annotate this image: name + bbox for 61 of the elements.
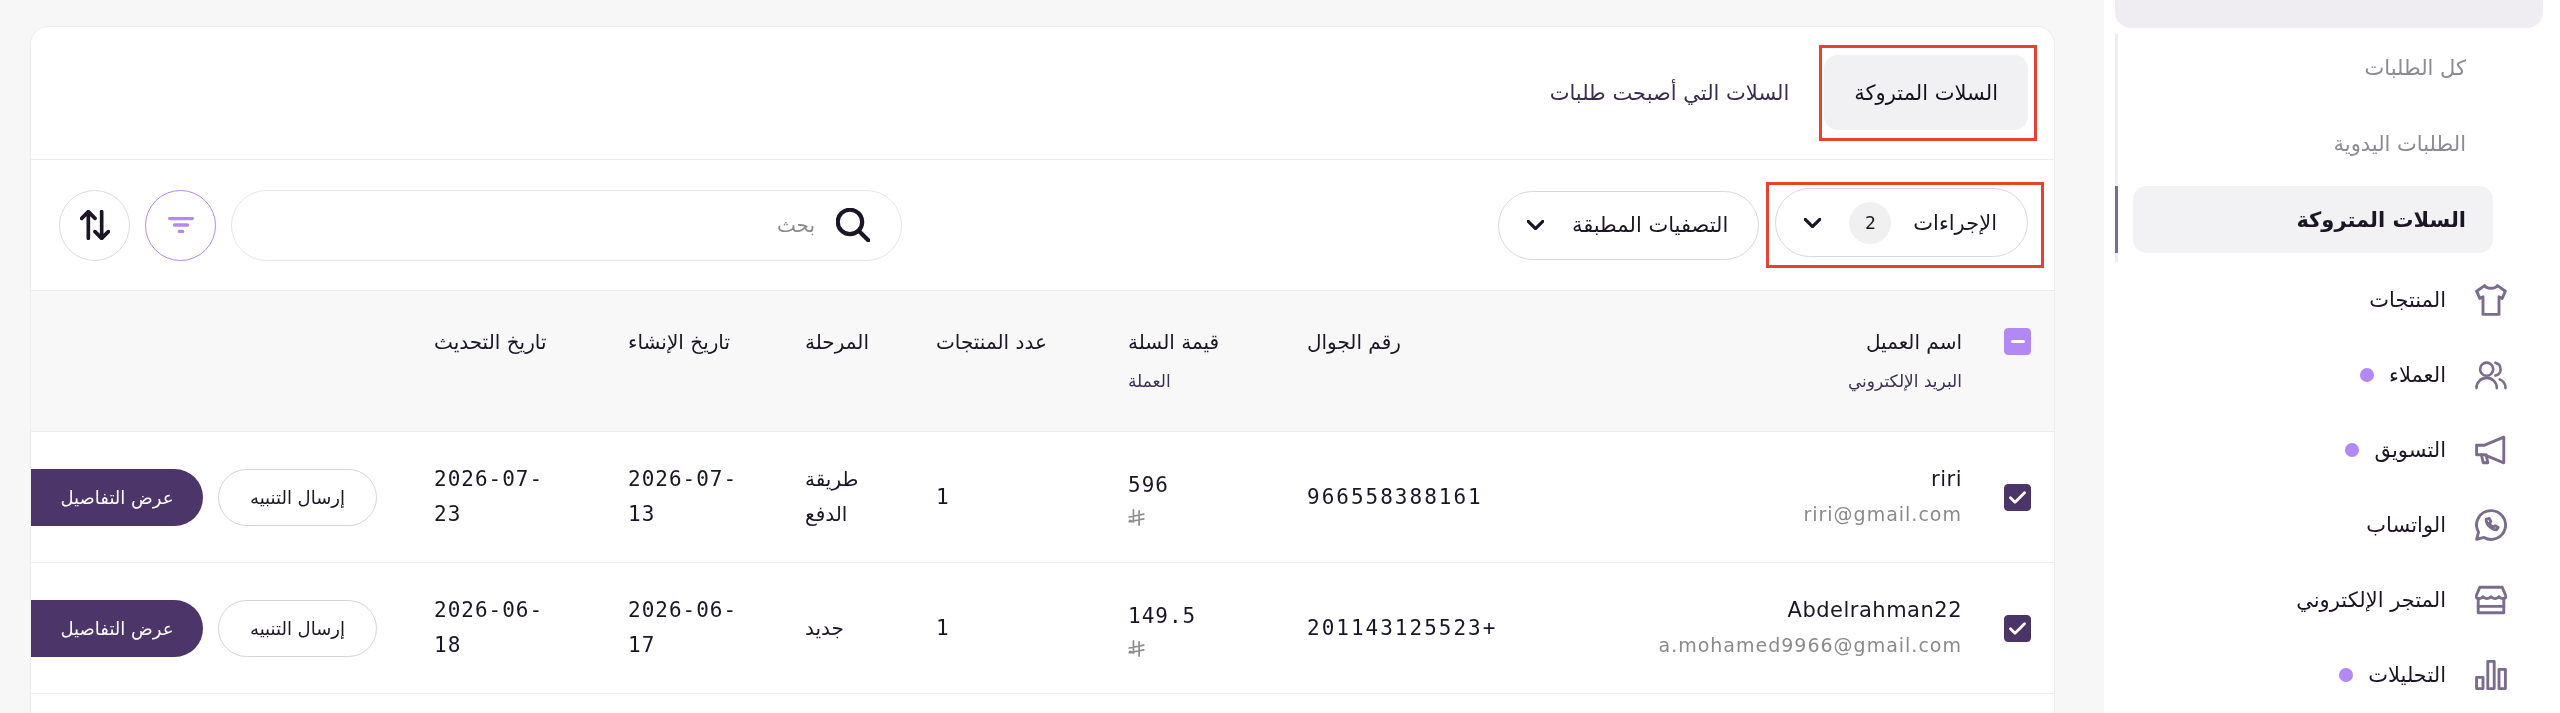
users-icon: [2475, 358, 2507, 391]
sidebar-item[interactable]: الواتساب: [2366, 512, 2446, 537]
send-alert-button[interactable]: إرسال التنبيه: [218, 468, 377, 526]
view-details-button[interactable]: عرض التفاصيل: [31, 599, 203, 657]
product-count: 1: [936, 615, 950, 640]
megaphone-icon: [2475, 433, 2507, 466]
selection-indicator: [2115, 186, 2118, 253]
tab[interactable]: السلات التي أصبحت طلبات: [1519, 55, 1820, 131]
count-badge: 2: [1849, 201, 1892, 244]
column-header: تاريخ الإنشاء: [628, 329, 732, 356]
created-date: 2026-07-13: [628, 466, 739, 528]
column-subheader: العملة: [1128, 370, 1172, 393]
column-header: اسم العميل: [1864, 329, 1962, 356]
customer-email: a.mohamed9966@gmail.com: [1657, 633, 1962, 658]
store-icon: [2475, 583, 2507, 616]
column-header: تاريخ التحديث: [434, 329, 548, 356]
updated-date: 2026-07-23: [434, 466, 545, 528]
updated-date: 2026-06-18: [434, 597, 545, 659]
column-header: قيمة السلة: [1128, 329, 1221, 356]
sort-icon: [79, 210, 110, 240]
cart-stage: طريقة الدفع: [805, 466, 860, 528]
created-date: 2026-06-17: [628, 597, 739, 659]
sidebar-item[interactable]: المتجر الإلكتروني: [2296, 587, 2446, 612]
cart-value: 596: [1128, 472, 1169, 499]
phone-number: 966558388161: [1307, 484, 1483, 509]
minus-icon: [2010, 340, 2025, 343]
sidebar-item[interactable]: التحليلات: [2368, 662, 2446, 687]
currency-sign-icon: [1128, 509, 1145, 526]
search-field[interactable]: بحث: [231, 189, 902, 261]
cart-value: 149.5: [1128, 603, 1197, 630]
sidebar-item[interactable]: العملاء: [2389, 362, 2446, 387]
column-header: عدد المنتجات: [936, 329, 1048, 356]
filter-icon: [167, 217, 194, 233]
sidebar-subitem[interactable]: السلات المتروكة: [2133, 186, 2493, 253]
column-header: رقم الجوال: [1307, 329, 1402, 356]
row-checkbox[interactable]: [2004, 483, 2031, 511]
customer-email: riri@gmail.com: [1802, 502, 1962, 527]
search-icon: [836, 207, 870, 242]
send-alert-button[interactable]: إرسال التنبيه: [218, 599, 377, 657]
check-icon: [2009, 490, 2026, 504]
product-count: 1: [936, 484, 950, 509]
chat-bubble-icon: [2475, 508, 2507, 541]
shirt-icon: [2475, 283, 2507, 316]
phone-number: 201143125523+: [1307, 615, 1498, 640]
chevron-down-icon: [1804, 217, 1822, 228]
filters-dropdown[interactable]: التصفيات المطبقة: [1497, 190, 1760, 260]
row-checkbox[interactable]: [2004, 614, 2031, 642]
bar-chart-icon: [2475, 658, 2507, 691]
currency-sign-icon: [1128, 640, 1145, 657]
column-subheader: البريد الإلكتروني: [1846, 370, 1962, 394]
sidebar-item[interactable]: التسويق: [2374, 437, 2446, 462]
column-header: المرحلة: [805, 329, 870, 356]
customer-name: Abdelrahman22: [1786, 597, 1962, 624]
check-icon: [2009, 621, 2026, 635]
view-details-button[interactable]: عرض التفاصيل: [31, 468, 203, 526]
sidebar-item[interactable]: المنتجات: [2369, 287, 2446, 312]
customer-name: riri: [1930, 466, 1962, 493]
chevron-down-icon: [1526, 220, 1544, 230]
cart-stage: جديد: [805, 614, 844, 642]
select-all-checkbox[interactable]: [2004, 328, 2031, 355]
tab[interactable]: السلات المتروكة: [1824, 55, 2028, 130]
